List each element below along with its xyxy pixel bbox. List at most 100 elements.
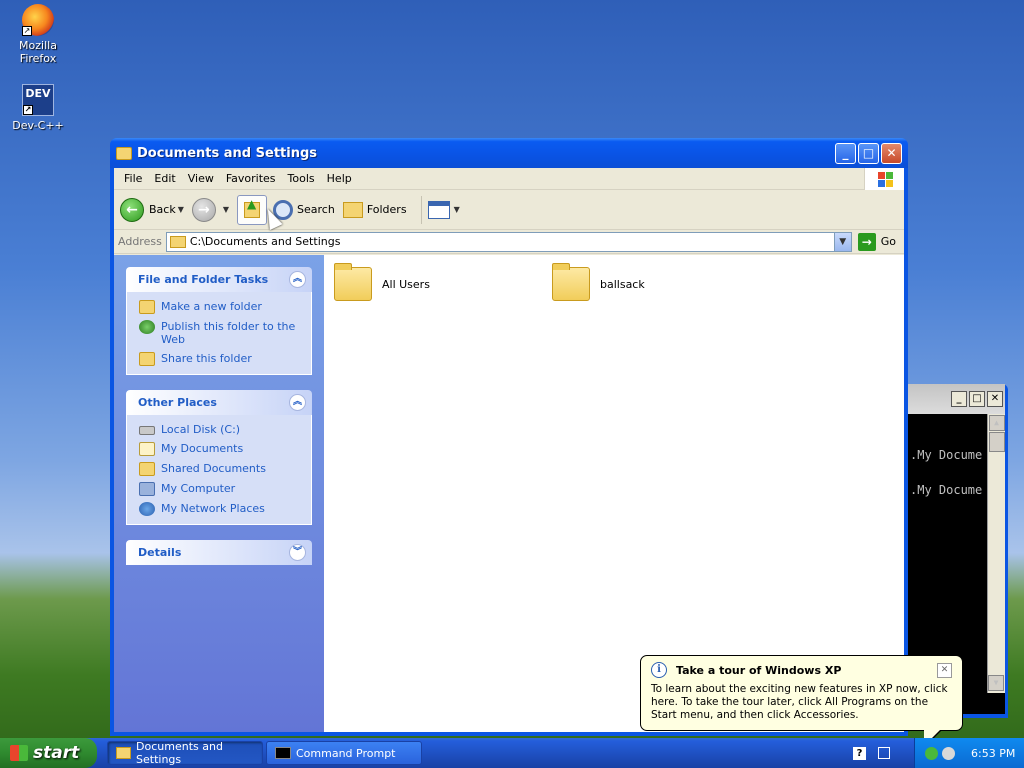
up-folder-button[interactable] — [237, 194, 268, 225]
chevron-down-icon[interactable]: ▼ — [178, 205, 184, 214]
tour-balloon[interactable]: i Take a tour of Windows XP ✕ To learn a… — [640, 655, 963, 748]
window-titlebar[interactable]: Documents and Settings _ □ ✕ — [110, 138, 908, 168]
place-local-disk[interactable]: Local Disk (C:) — [139, 423, 301, 436]
chevron-down-icon: ▼ — [453, 205, 460, 214]
cmd-titlebar[interactable]: _ □ ✕ — [908, 384, 1005, 414]
balloon-header: i Take a tour of Windows XP ✕ — [651, 662, 952, 678]
close-button[interactable]: ✕ — [987, 391, 1003, 407]
panel-title: File and Folder Tasks — [138, 273, 269, 286]
start-button[interactable]: start — [0, 738, 97, 768]
new-folder-icon — [139, 300, 155, 314]
folder-item-ballsack[interactable]: ballsack — [552, 263, 645, 301]
expand-icon[interactable]: ︾ — [289, 544, 306, 561]
folders-button[interactable]: Folders — [342, 201, 407, 218]
shortcut-arrow-icon: ↗ — [23, 105, 33, 115]
balloon-text[interactable]: To learn about the exciting new features… — [651, 683, 952, 722]
network-tray-icon[interactable] — [925, 746, 938, 760]
address-value: C:\Documents and Settings — [189, 235, 341, 248]
toolbar-separator — [420, 195, 422, 224]
maximize-button[interactable]: □ — [969, 391, 985, 407]
folder-name: All Users — [382, 277, 430, 291]
taskbar-button-label: Command Prompt — [296, 746, 396, 760]
search-button[interactable]: Search — [273, 199, 335, 220]
back-button[interactable]: ← Back ▼ — [120, 197, 184, 222]
place-my-documents[interactable]: My Documents — [139, 442, 301, 456]
cmd-scrollbar[interactable]: ▲ ▼ — [987, 414, 1005, 693]
menu-file[interactable]: File — [118, 172, 148, 185]
panel-header[interactable]: File and Folder Tasks ︽ — [126, 267, 312, 292]
views-button[interactable]: ▼ — [427, 200, 460, 219]
tour-tray-icon[interactable] — [942, 746, 955, 760]
explorer-window[interactable]: Documents and Settings _ □ ✕ File Edit V… — [110, 138, 908, 736]
folders-label: Folders — [366, 203, 407, 216]
maximize-button[interactable]: □ — [858, 142, 879, 164]
desktop-icon-label: Mozilla Firefox — [19, 39, 57, 65]
folder-item-all-users[interactable]: All Users — [334, 263, 430, 301]
minimize-button[interactable]: _ — [951, 391, 967, 407]
panel-body: Local Disk (C:) My Documents Shared Docu… — [126, 415, 312, 525]
address-dropdown-icon[interactable]: ▼ — [833, 232, 851, 251]
close-button[interactable]: ✕ — [881, 142, 902, 164]
collapse-icon[interactable]: ︽ — [289, 271, 306, 288]
firefox-icon: ↗ — [22, 4, 54, 36]
clock[interactable]: 6:53 PM — [971, 747, 1015, 760]
place-label: My Network Places — [161, 502, 265, 515]
chevron-down-icon[interactable]: ▼ — [223, 205, 229, 214]
help-icon[interactable]: ? — [853, 746, 866, 760]
task-label: Publish this folder to the Web — [161, 320, 296, 346]
shortcut-arrow-icon: ↗ — [22, 26, 32, 36]
other-places-panel: Other Places ︽ Local Disk (C:) My Docume… — [126, 390, 312, 525]
forward-button[interactable]: → ▼ — [191, 197, 229, 222]
address-label: Address — [118, 235, 162, 248]
panel-header[interactable]: Details ︾ — [126, 540, 312, 565]
panel-title: Details — [138, 546, 182, 559]
close-icon[interactable]: ✕ — [937, 662, 952, 678]
restore-windows-icon[interactable] — [878, 747, 890, 759]
address-input[interactable]: C:\Documents and Settings ▼ — [165, 231, 852, 252]
forward-arrow-icon: → — [191, 197, 216, 222]
menu-favorites[interactable]: Favorites — [220, 172, 282, 185]
windows-flag-icon — [10, 745, 28, 761]
documents-icon — [139, 442, 155, 456]
place-label: Shared Documents — [161, 462, 266, 475]
console-icon — [275, 747, 291, 759]
task-share-folder[interactable]: Share this folder — [139, 352, 301, 366]
task-make-new-folder[interactable]: Make a new folder — [139, 300, 301, 314]
desktop-icon-devcpp[interactable]: DEV ↗ Dev-C++ — [0, 84, 76, 132]
back-label: Back — [149, 203, 176, 216]
address-bar: Address C:\Documents and Settings ▼ → Go — [114, 230, 904, 254]
scroll-down-icon[interactable]: ▼ — [988, 675, 1004, 691]
place-label: My Documents — [161, 442, 244, 455]
search-label: Search — [297, 203, 335, 216]
quick-icons: ? — [853, 746, 914, 760]
file-folder-tasks-panel: File and Folder Tasks ︽ Make a new folde… — [126, 267, 312, 375]
go-arrow-icon: → — [857, 232, 876, 251]
place-my-computer[interactable]: My Computer — [139, 482, 301, 496]
go-label: Go — [880, 235, 896, 248]
start-label: start — [33, 743, 80, 763]
devcpp-badge: DEV — [25, 87, 51, 100]
scroll-up-icon[interactable]: ▲ — [988, 415, 1005, 431]
taskbar-button-explorer[interactable]: Documents and Settings — [107, 740, 263, 766]
panel-header[interactable]: Other Places ︽ — [126, 390, 312, 415]
menu-tools[interactable]: Tools — [282, 172, 321, 185]
publish-web-icon — [139, 320, 155, 334]
task-publish-folder[interactable]: Publish this folder to the Web — [139, 320, 301, 346]
place-my-network[interactable]: My Network Places — [139, 502, 301, 516]
details-panel: Details ︾ — [126, 540, 312, 565]
place-label: My Computer — [161, 482, 236, 495]
place-shared-documents[interactable]: Shared Documents — [139, 462, 301, 476]
desktop-icon-firefox[interactable]: ↗ Mozilla Firefox — [0, 4, 76, 65]
place-label: Local Disk (C:) — [161, 423, 241, 436]
menu-help[interactable]: Help — [321, 172, 358, 185]
scroll-thumb[interactable] — [988, 432, 1005, 452]
go-button[interactable]: → Go — [857, 232, 896, 251]
folder-icon — [334, 263, 372, 301]
collapse-icon[interactable]: ︽ — [289, 394, 306, 411]
taskbar-button-cmd[interactable]: Command Prompt — [266, 741, 422, 765]
menu-edit[interactable]: Edit — [148, 172, 181, 185]
computer-icon — [139, 482, 155, 496]
menu-view[interactable]: View — [182, 172, 220, 185]
minimize-button[interactable]: _ — [835, 142, 856, 164]
panel-body: Make a new folder Publish this folder to… — [126, 292, 312, 375]
